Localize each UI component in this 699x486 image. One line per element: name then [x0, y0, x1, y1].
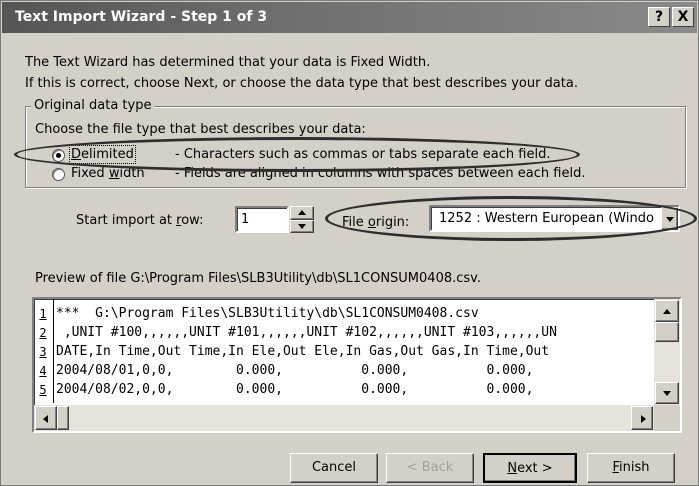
- back-button[interactable]: < Back: [386, 453, 474, 483]
- start-row-input[interactable]: 1: [235, 206, 289, 233]
- next-label-post: ext >: [517, 461, 553, 476]
- fixed-width-label-pre: Fixed: [71, 166, 109, 181]
- preview-row-2: ,UNIT #100,,,,,,UNIT #101,,,,,,UNIT #102…: [56, 325, 557, 340]
- window-title: Text Import Wizard - Step 1 of 3: [15, 9, 268, 25]
- scroll-up-arrow-icon: [663, 309, 671, 314]
- delimited-description: - Characters such as commas or tabs sepa…: [175, 147, 551, 162]
- scroll-right-arrow-icon: [641, 415, 646, 423]
- preview-caption: Preview of file G:\Program Files\SLB3Uti…: [35, 271, 481, 286]
- delimited-label[interactable]: Delimited: [69, 145, 136, 164]
- intro-line-1: The Text Wizard has determined that your…: [25, 55, 431, 70]
- scrollbar-corner: [654, 405, 680, 431]
- preview-row-3: DATE,In Time,Out Time,In Ele,Out Ele,In …: [56, 344, 550, 359]
- scroll-down-button[interactable]: [655, 382, 679, 404]
- file-origin-select[interactable]: 1252 : Western European (Windo: [429, 205, 680, 232]
- start-row-spin-up[interactable]: [290, 206, 314, 220]
- chevron-down-icon: [666, 217, 674, 222]
- start-row-label-post: ow:: [181, 213, 204, 228]
- fixed-width-label-post: idth: [119, 166, 145, 181]
- preview-row-4: 2004/08/01,0,0, 0.000, 0.000, 0.000,: [56, 363, 534, 378]
- scroll-right-button[interactable]: [631, 406, 653, 430]
- help-button[interactable]: ?: [648, 7, 670, 27]
- file-origin-label-key: o: [367, 215, 376, 230]
- row-number-5: 5: [39, 383, 47, 397]
- fixed-width-radio[interactable]: [52, 168, 65, 181]
- fixed-width-label-key: w: [108, 166, 120, 181]
- group-legend: Original data type: [31, 98, 155, 113]
- close-button[interactable]: X: [672, 7, 694, 27]
- horizontal-scroll-thumb[interactable]: [57, 406, 69, 430]
- start-row-value: 1: [241, 212, 250, 227]
- file-origin-label-pre: File: [342, 215, 368, 230]
- vertical-scrollbar[interactable]: [654, 299, 680, 405]
- spin-down-arrow-icon: [298, 224, 306, 229]
- next-button[interactable]: Next >: [483, 453, 577, 483]
- start-row-spin-down[interactable]: [290, 220, 314, 233]
- scroll-left-button[interactable]: [35, 406, 57, 430]
- vertical-scroll-thumb[interactable]: [655, 322, 679, 342]
- scroll-down-arrow-icon: [663, 391, 671, 396]
- start-row-label: Start import at row:: [76, 213, 203, 228]
- cancel-button[interactable]: Cancel: [290, 453, 378, 483]
- intro-line-2: If this is correct, choose Next, or choo…: [25, 76, 578, 91]
- spin-up-arrow-icon: [298, 210, 306, 215]
- scroll-left-arrow-icon: [43, 415, 48, 423]
- file-origin-value: 1252 : Western European (Windo: [439, 211, 654, 226]
- finish-button[interactable]: Finish: [587, 453, 675, 483]
- preview-column-divider: [53, 299, 54, 403]
- fixed-width-label[interactable]: Fixed width: [71, 166, 145, 181]
- next-label-key: N: [507, 461, 518, 476]
- file-origin-label-post: rigin:: [375, 215, 410, 230]
- delimited-radio[interactable]: [52, 149, 65, 162]
- group-prompt: Choose the file type that best describes…: [35, 122, 366, 137]
- row-number-3: 3: [39, 345, 47, 359]
- preview-content: 1 *** G:\Program Files\SLB3Utility\db\SL…: [34, 299, 654, 403]
- row-number-1: 1: [39, 307, 47, 321]
- horizontal-scrollbar[interactable]: [34, 405, 654, 431]
- start-row-label-pre: Start import at: [76, 213, 177, 228]
- fixed-width-description: - Fields are aligned in columns with spa…: [175, 166, 586, 181]
- title-bar[interactable]: Text Import Wizard - Step 1 of 3 ? X: [2, 2, 697, 33]
- file-origin-dropdown-button[interactable]: [661, 207, 678, 230]
- text-import-wizard-dialog: Text Import Wizard - Step 1 of 3 ? X The…: [0, 0, 699, 486]
- delimited-label-key: D: [71, 147, 82, 162]
- preview-row-1: *** G:\Program Files\SLB3Utility\db\SL1C…: [56, 306, 479, 321]
- scroll-up-button[interactable]: [655, 300, 679, 322]
- delimited-label-post: elimited: [81, 147, 134, 162]
- preview-row-5: 2004/08/02,0,0, 0.000, 0.000, 0.000,: [56, 382, 534, 397]
- finish-label-post: inish: [619, 460, 650, 475]
- row-number-4: 4: [39, 364, 47, 378]
- file-origin-label: File origin:: [342, 215, 409, 230]
- row-number-2: 2: [39, 326, 47, 340]
